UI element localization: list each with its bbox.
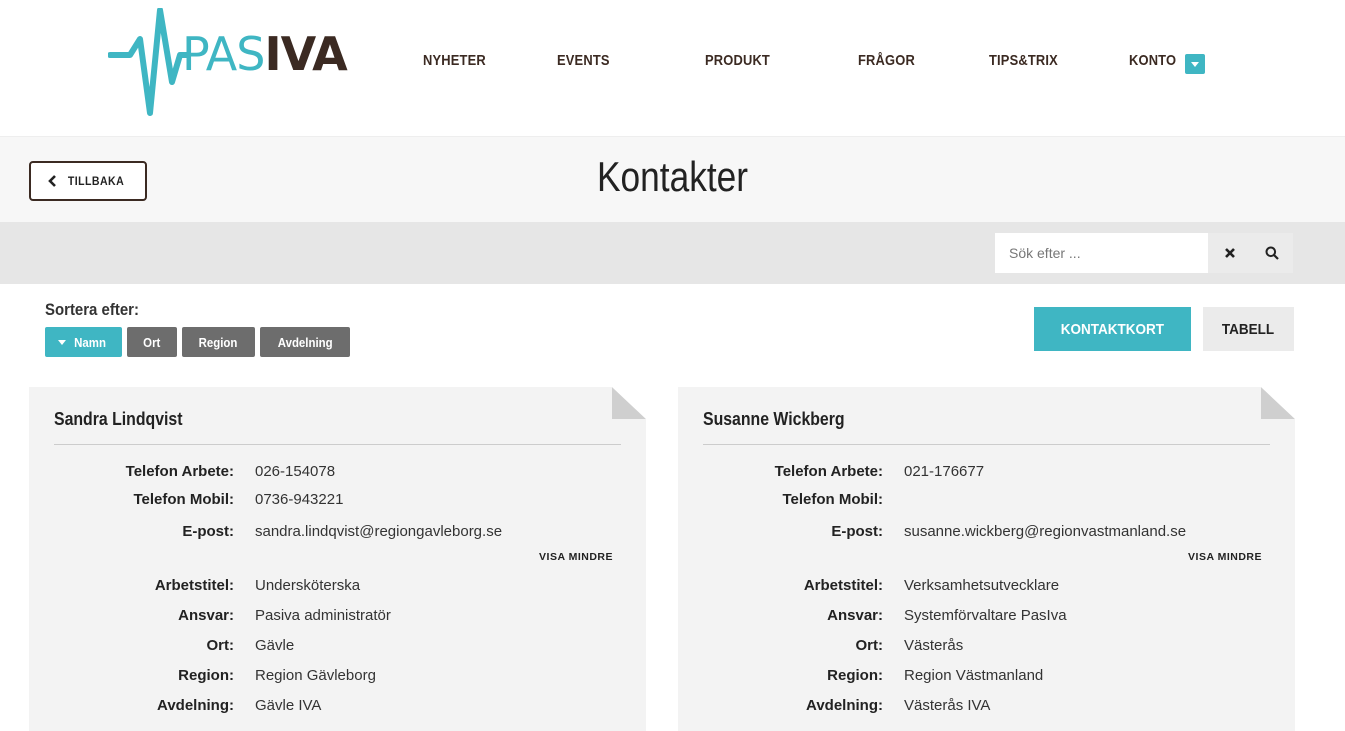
label-epost: E-post: [182, 523, 234, 540]
sort-ort-label: Ort [143, 334, 161, 350]
contact-card: Susanne Wickberg Telefon Arbete: 021-176… [678, 387, 1295, 731]
visa-mindre-link[interactable]: VISA MINDRE [1188, 551, 1262, 563]
nav-events[interactable]: EVENTS [557, 52, 610, 69]
label-epost: E-post: [831, 523, 883, 540]
value-region: Region Gävleborg [255, 667, 376, 684]
value-epost[interactable]: sandra.lindqvist@regiongavleborg.se [255, 523, 502, 540]
row-arbetstitel: Arbetstitel: Verksamhetsutvecklare [678, 577, 1295, 599]
caret-down-icon[interactable] [1185, 54, 1205, 74]
tabell-view-button[interactable]: TABELL [1203, 307, 1294, 351]
logo-part-iva: IVA [264, 27, 347, 81]
row-telefon-mobil: Telefon Mobil: 0736-943221 [29, 491, 646, 513]
sort-region-label: Region [199, 334, 238, 350]
value-telefon-mobil: 0736-943221 [255, 491, 344, 508]
value-region: Region Västmanland [904, 667, 1044, 684]
contact-card: Sandra Lindqvist Telefon Arbete: 026-154… [29, 387, 646, 731]
value-avdelning: Gävle IVA [255, 697, 322, 714]
value-ort: Gävle [255, 637, 295, 654]
sort-namn-label: Namn [74, 334, 107, 350]
row-ort: Ort: Västerås [678, 637, 1295, 659]
sort-avdelning-button[interactable]: Avdelning [260, 327, 350, 357]
label-ort: Ort: [206, 637, 235, 654]
tabell-label: TABELL [1222, 320, 1275, 338]
label-ansvar: Ansvar: [827, 607, 883, 624]
logo-part-pas: PAS [182, 27, 265, 81]
chevron-left-icon [48, 175, 56, 187]
nav-produkt[interactable]: PRODUKT [705, 52, 770, 69]
nav-konto[interactable]: KONTO [1129, 52, 1176, 69]
row-region: Region: Region Gävleborg [29, 667, 646, 689]
label-avdelning: Avdelning: [157, 697, 234, 714]
label-arbetstitel: Arbetstitel: [803, 577, 883, 594]
row-avdelning: Avdelning: Västerås IVA [678, 697, 1295, 719]
close-icon [1224, 248, 1235, 258]
row-arbetstitel: Arbetstitel: Undersköterska [29, 577, 646, 599]
site-header: PASIVA NYHETER EVENTS PRODUKT FRÅGOR TIP… [0, 0, 1345, 136]
search-button[interactable] [1250, 233, 1293, 273]
search-icon [1265, 246, 1279, 260]
value-ansvar: Pasiva administratör [255, 607, 391, 624]
row-telefon-mobil: Telefon Mobil: [678, 491, 1295, 513]
value-arbetstitel: Undersköterska [255, 577, 361, 594]
label-telefon-arbete: Telefon Arbete: [774, 463, 883, 480]
kontaktkort-view-button[interactable]: KONTAKTKORT [1034, 307, 1191, 351]
label-arbetstitel: Arbetstitel: [154, 577, 234, 594]
nav-tips-trix[interactable]: TIPS&TRIX [989, 52, 1058, 69]
row-epost: E-post: sandra.lindqvist@regiongavleborg… [29, 523, 646, 545]
contact-name: Sandra Lindqvist [54, 409, 183, 429]
label-region: Region: [178, 667, 234, 684]
row-telefon-arbete: Telefon Arbete: 021-176677 [678, 463, 1295, 485]
page-fold-icon [612, 387, 646, 419]
row-avdelning: Avdelning: Gävle IVA [29, 697, 646, 719]
value-epost[interactable]: susanne.wickberg@regionvastmanland.se [904, 523, 1186, 540]
value-telefon-arbete: 021-176677 [904, 463, 985, 480]
label-ansvar: Ansvar: [178, 607, 234, 624]
search-bar [0, 222, 1345, 284]
row-region: Region: Region Västmanland [678, 667, 1295, 689]
clear-search-button[interactable] [1208, 233, 1251, 273]
title-bar: Kontakter TILLBAKA [0, 136, 1345, 222]
row-ansvar: Ansvar: Systemförvaltare PasIva [678, 607, 1295, 629]
row-ansvar: Ansvar: Pasiva administratör [29, 607, 646, 629]
card-divider [703, 444, 1270, 445]
caret-down-icon [58, 339, 67, 345]
label-telefon-arbete: Telefon Arbete: [125, 463, 234, 480]
label-region: Region: [827, 667, 883, 684]
sort-label: Sortera efter: [45, 300, 139, 319]
page-title: Kontakter [596, 153, 749, 200]
nav-nyheter[interactable]: NYHETER [423, 52, 486, 69]
value-ansvar: Systemförvaltare PasIva [904, 607, 1067, 624]
value-avdelning: Västerås IVA [904, 697, 991, 714]
label-ort: Ort: [855, 637, 884, 654]
search-input[interactable] [995, 233, 1208, 273]
back-button-label: TILLBAKA [67, 174, 125, 188]
kontaktkort-label: KONTAKTKORT [1060, 320, 1165, 338]
value-arbetstitel: Verksamhetsutvecklare [904, 577, 1060, 594]
value-ort: Västerås [904, 637, 964, 654]
sort-region-button[interactable]: Region [182, 327, 255, 357]
card-divider [54, 444, 621, 445]
value-telefon-arbete: 026-154078 [255, 463, 336, 480]
row-ort: Ort: Gävle [29, 637, 646, 659]
visa-mindre-link[interactable]: VISA MINDRE [539, 551, 613, 563]
back-button[interactable]: TILLBAKA [29, 161, 147, 201]
row-telefon-arbete: Telefon Arbete: 026-154078 [29, 463, 646, 485]
label-telefon-mobil: Telefon Mobil: [782, 491, 883, 508]
label-telefon-mobil: Telefon Mobil: [133, 491, 234, 508]
sort-avdelning-label: Avdelning [277, 334, 333, 350]
contact-name: Susanne Wickberg [703, 409, 845, 429]
label-avdelning: Avdelning: [806, 697, 883, 714]
nav-fragor[interactable]: FRÅGOR [858, 52, 915, 69]
sort-namn-button[interactable]: Namn [45, 327, 122, 357]
sort-ort-button[interactable]: Ort [127, 327, 177, 357]
row-epost: E-post: susanne.wickberg@regionvastmanla… [678, 523, 1295, 545]
logo-wordmark: PASIVA [182, 26, 348, 82]
page-fold-icon [1261, 387, 1295, 419]
